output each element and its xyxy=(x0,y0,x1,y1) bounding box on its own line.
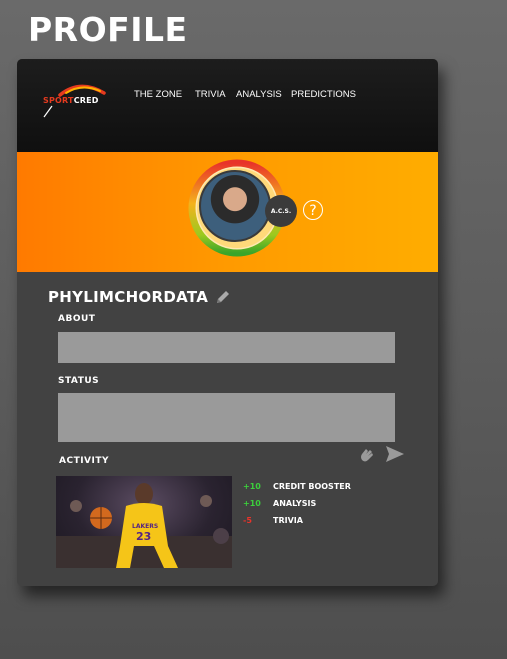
navbar: SPORTCRED THE ZONE TRIVIA ANALYSIS PREDI… xyxy=(17,59,438,152)
acs-badge[interactable]: A.C.S. xyxy=(265,195,297,227)
activity-label-text: TRIVIA xyxy=(273,516,303,525)
svg-text:23: 23 xyxy=(136,530,151,543)
clap-icon[interactable] xyxy=(357,445,377,465)
activity-image[interactable]: LAKERS 23 xyxy=(56,476,232,568)
about-field[interactable] xyxy=(58,332,395,363)
avatar[interactable] xyxy=(199,170,271,242)
activity-row: +10 ANALYSIS xyxy=(243,499,316,508)
logo-text: SPORTCRED xyxy=(43,96,99,105)
nav-analysis[interactable]: ANALYSIS xyxy=(236,89,282,100)
pencil-icon[interactable] xyxy=(214,288,232,306)
activity-label: ACTIVITY xyxy=(59,456,110,466)
activity-points: -5 xyxy=(243,516,252,525)
profile-banner: A.C.S. ? xyxy=(17,152,438,272)
svg-text:LAKERS: LAKERS xyxy=(132,523,158,530)
nav-trivia[interactable]: TRIVIA xyxy=(195,89,226,100)
status-field[interactable] xyxy=(58,393,395,442)
logo-text-cred: CRED xyxy=(73,96,99,105)
page-title: PROFILE xyxy=(28,10,188,49)
status-label: STATUS xyxy=(58,376,100,386)
activity-row: +10 CREDIT BOOSTER xyxy=(243,482,351,491)
nav-predictions[interactable]: PREDICTIONS xyxy=(291,89,356,100)
activity-points: +10 xyxy=(243,482,261,491)
nav-the-zone[interactable]: THE ZONE xyxy=(134,89,182,100)
send-icon[interactable] xyxy=(385,445,405,463)
activity-points: +10 xyxy=(243,499,261,508)
basketball-player-image: LAKERS 23 xyxy=(56,483,232,568)
help-icon[interactable]: ? xyxy=(303,200,323,220)
activity-label-text: CREDIT BOOSTER xyxy=(273,482,351,491)
profile-card: SPORTCRED THE ZONE TRIVIA ANALYSIS PREDI… xyxy=(17,59,438,586)
activity-row: -5 TRIVIA xyxy=(243,516,303,525)
username: PHYLIMCHORDATA xyxy=(48,288,209,306)
activity-label-text: ANALYSIS xyxy=(273,499,317,508)
logo-text-sport: SPORT xyxy=(43,96,74,105)
about-label: ABOUT xyxy=(58,314,96,324)
sportcred-logo[interactable]: SPORTCRED xyxy=(42,81,112,121)
